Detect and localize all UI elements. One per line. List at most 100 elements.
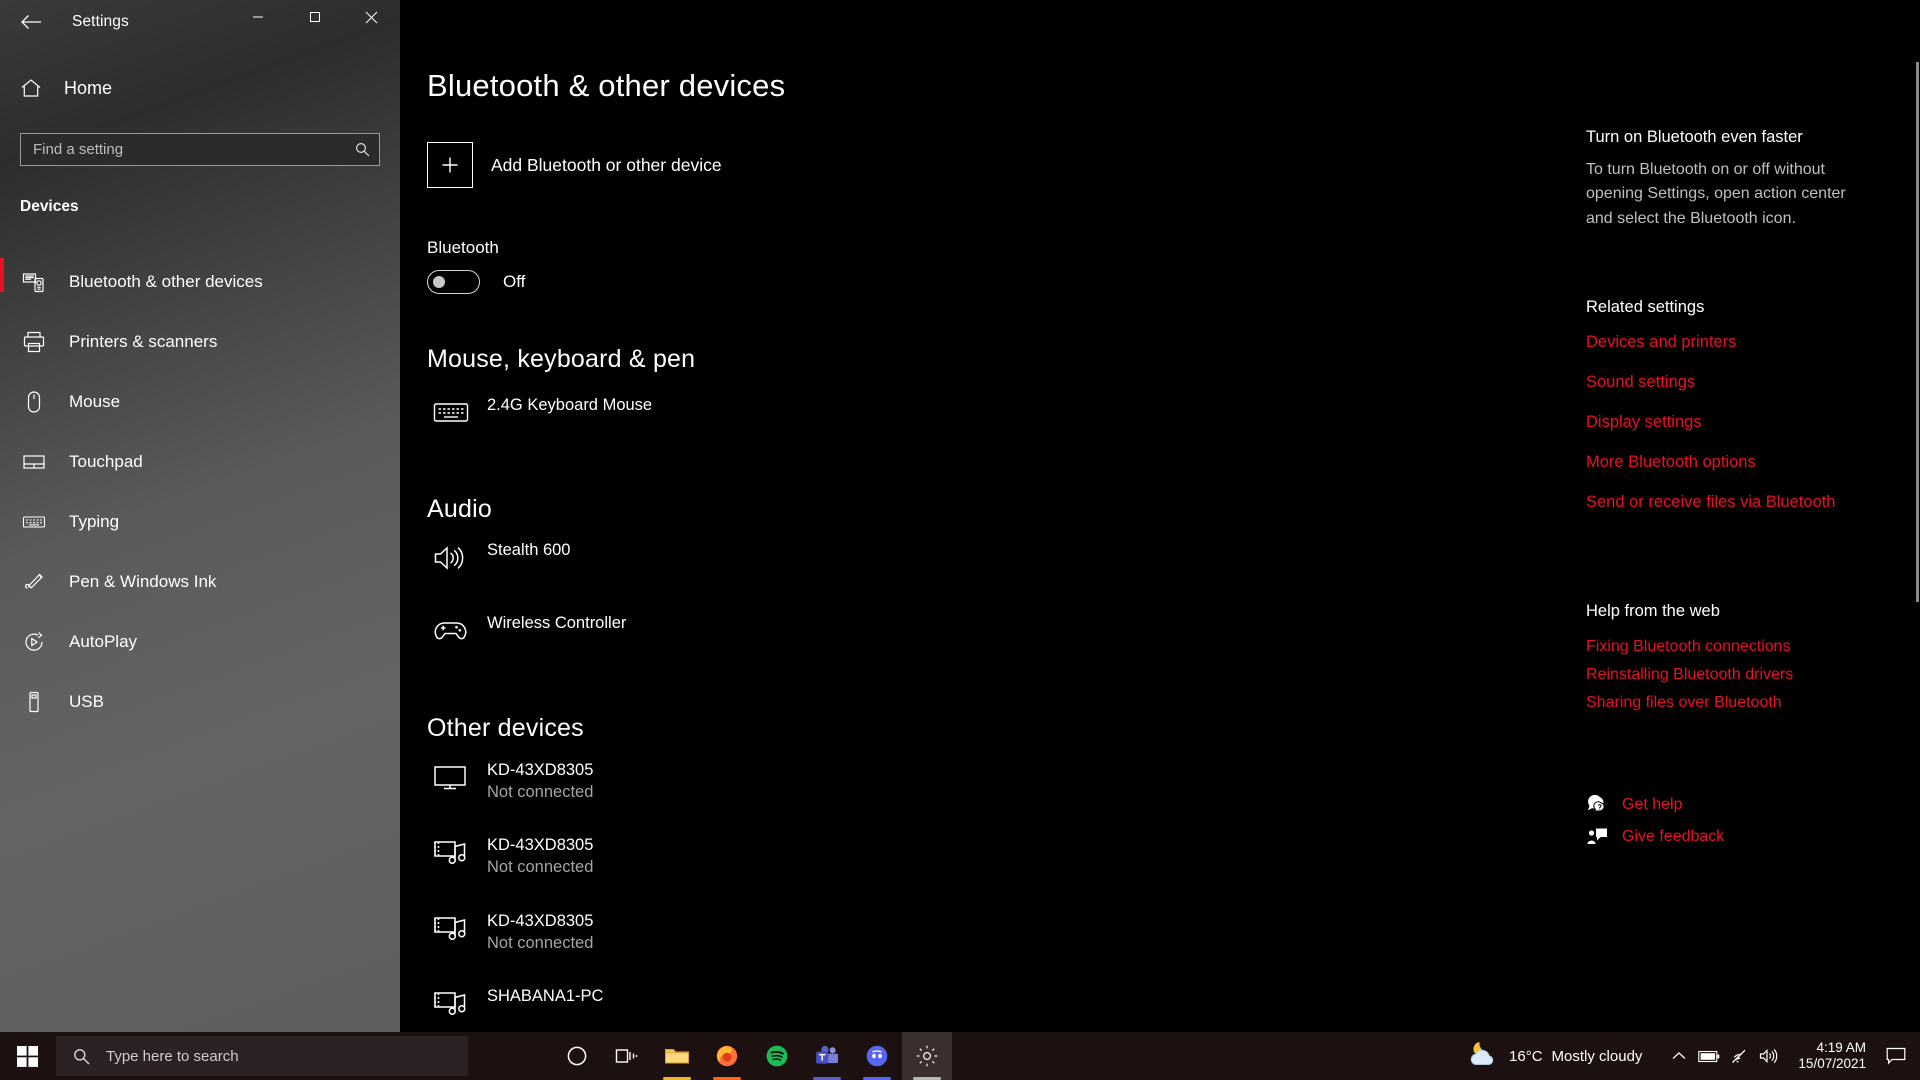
- sidebar-item-home[interactable]: Home: [0, 67, 400, 109]
- sidebar-item-touchpad[interactable]: Touchpad: [0, 432, 400, 492]
- monitor-icon: [433, 756, 481, 800]
- sidebar-item-label: Touchpad: [69, 452, 143, 471]
- help-link-fixing-bluetooth-connections[interactable]: Fixing Bluetooth connections: [1586, 638, 1791, 656]
- sidebar-item-label: USB: [69, 692, 104, 711]
- usb-icon: [20, 688, 48, 716]
- taskbar-search-box[interactable]: Type here to search: [56, 1036, 468, 1076]
- device-status: Not connected: [487, 783, 594, 802]
- give-feedback-button[interactable]: Give feedback: [1586, 827, 1724, 847]
- tip-heading: Turn on Bluetooth even faster: [1586, 128, 1803, 146]
- home-icon: [20, 78, 50, 98]
- taskbar-weather-widget[interactable]: 16°C Mostly cloudy: [1466, 1040, 1642, 1073]
- battery-icon[interactable]: [1694, 1050, 1724, 1063]
- keyboard-icon: [433, 391, 481, 435]
- main-content: Bluetooth & other devices Add Bluetooth …: [400, 0, 1580, 1032]
- related-link-more-bluetooth-options[interactable]: More Bluetooth options: [1586, 453, 1756, 472]
- weather-temperature: 16°C: [1509, 1047, 1543, 1065]
- add-bluetooth-device-button[interactable]: Add Bluetooth or other device: [427, 142, 722, 188]
- maximize-button[interactable]: [286, 0, 343, 34]
- sidebar-item-bluetooth-other-devices[interactable]: Bluetooth & other devices: [0, 252, 400, 312]
- cortana-icon[interactable]: [552, 1032, 602, 1080]
- get-help-button[interactable]: Get help: [1586, 795, 1682, 815]
- device-row[interactable]: KD-43XD8305 Not connected: [433, 831, 593, 879]
- search-input[interactable]: [21, 134, 345, 165]
- keyboard-icon: [20, 508, 48, 536]
- related-link-display-settings[interactable]: Display settings: [1586, 413, 1702, 432]
- microsoft-teams-icon[interactable]: [802, 1032, 852, 1080]
- firefox-icon[interactable]: [702, 1032, 752, 1080]
- add-bluetooth-device-label: Add Bluetooth or other device: [491, 154, 722, 175]
- device-name: 2.4G Keyboard Mouse: [487, 396, 653, 414]
- section-header-mouse-keyboard-pen: Mouse, keyboard & pen: [427, 345, 695, 374]
- sidebar-item-mouse[interactable]: Mouse: [0, 372, 400, 432]
- wifi-icon[interactable]: [1724, 1049, 1754, 1064]
- help-link-reinstalling-bluetooth-drivers[interactable]: Reinstalling Bluetooth drivers: [1586, 666, 1793, 684]
- clock-time: 4:19 AM: [1816, 1039, 1866, 1055]
- file-explorer-icon[interactable]: [652, 1032, 702, 1080]
- device-row[interactable]: SHABANA1-PC: [433, 982, 603, 1032]
- device-text: KD-43XD8305 Not connected: [487, 756, 593, 804]
- media-music-icon: [433, 907, 481, 951]
- device-text: KD-43XD8305 Not connected: [487, 831, 593, 879]
- settings-gear-icon[interactable]: [902, 1032, 952, 1080]
- bluetooth-label: Bluetooth: [427, 238, 499, 257]
- related-link-sound-settings[interactable]: Sound settings: [1586, 373, 1695, 392]
- right-info-panel: Turn on Bluetooth even faster To turn Bl…: [1586, 0, 1920, 1032]
- device-text: Stealth 600: [487, 536, 570, 561]
- sidebar-item-printers-scanners[interactable]: Printers & scanners: [0, 312, 400, 372]
- device-text: Wireless Controller: [487, 609, 626, 634]
- search-icon[interactable]: [345, 142, 379, 157]
- device-name: KD-43XD8305: [487, 836, 594, 854]
- taskbar-app-list: [552, 1032, 952, 1080]
- scrollbar-thumb[interactable]: [1916, 62, 1919, 602]
- device-name: KD-43XD8305: [487, 761, 594, 779]
- touchpad-icon: [20, 448, 48, 476]
- page-scrollbar[interactable]: [1915, 30, 1920, 1032]
- device-row[interactable]: Stealth 600: [433, 536, 570, 580]
- autoplay-icon: [20, 628, 48, 656]
- bluetooth-devices-icon: [20, 268, 48, 296]
- device-row[interactable]: KD-43XD8305 Not connected: [433, 907, 593, 955]
- device-name: Stealth 600: [487, 541, 571, 559]
- volume-icon[interactable]: [1754, 1048, 1784, 1064]
- device-row[interactable]: Wireless Controller: [433, 609, 626, 653]
- chevron-up-icon[interactable]: [1664, 1051, 1694, 1061]
- clock-date: 15/07/2021: [1798, 1056, 1866, 1071]
- close-button[interactable]: [343, 0, 400, 34]
- related-link-send-receive-files[interactable]: Send or receive files via Bluetooth: [1586, 493, 1835, 512]
- section-header-audio: Audio: [427, 495, 492, 524]
- page-title: Bluetooth & other devices: [427, 68, 786, 103]
- taskbar-clock[interactable]: 4:19 AM 15/07/2021: [1798, 1040, 1866, 1073]
- discord-icon[interactable]: [852, 1032, 902, 1080]
- device-name: SHABANA1-PC: [487, 987, 604, 1005]
- sidebar-item-home-label: Home: [64, 77, 113, 98]
- sidebar-group-header: Devices: [20, 198, 79, 215]
- sidebar-item-autoplay[interactable]: AutoPlay: [0, 612, 400, 672]
- mouse-icon: [20, 388, 48, 416]
- gamepad-icon: [433, 609, 481, 653]
- sidebar-item-pen-windows-ink[interactable]: Pen & Windows Ink: [0, 552, 400, 612]
- printer-icon: [20, 328, 48, 356]
- task-view-icon[interactable]: [602, 1032, 652, 1080]
- related-link-devices-and-printers[interactable]: Devices and printers: [1586, 333, 1736, 352]
- device-name: Wireless Controller: [487, 614, 627, 632]
- device-row[interactable]: KD-43XD8305 Not connected: [433, 756, 593, 804]
- spotify-icon[interactable]: [752, 1032, 802, 1080]
- help-from-web-heading: Help from the web: [1586, 602, 1720, 620]
- sidebar-item-usb[interactable]: USB: [0, 672, 400, 732]
- sidebar-item-label: Bluetooth & other devices: [69, 272, 263, 291]
- windows-start-icon[interactable]: [0, 1032, 56, 1080]
- give-feedback-label: Give feedback: [1622, 828, 1725, 845]
- device-text: KD-43XD8305 Not connected: [487, 907, 593, 955]
- sidebar-search[interactable]: [20, 133, 380, 166]
- back-arrow-icon[interactable]: [8, 4, 54, 40]
- bluetooth-toggle[interactable]: [427, 270, 480, 294]
- device-text: SHABANA1-PC: [487, 982, 603, 1007]
- minimize-button[interactable]: [229, 0, 286, 34]
- device-row[interactable]: 2.4G Keyboard Mouse: [433, 391, 652, 435]
- sidebar-item-label: Printers & scanners: [69, 332, 218, 351]
- action-center-icon[interactable]: [1878, 1047, 1914, 1065]
- section-header-other-devices: Other devices: [427, 714, 584, 743]
- help-link-sharing-files-over-bluetooth[interactable]: Sharing files over Bluetooth: [1586, 694, 1782, 712]
- sidebar-item-typing[interactable]: Typing: [0, 492, 400, 552]
